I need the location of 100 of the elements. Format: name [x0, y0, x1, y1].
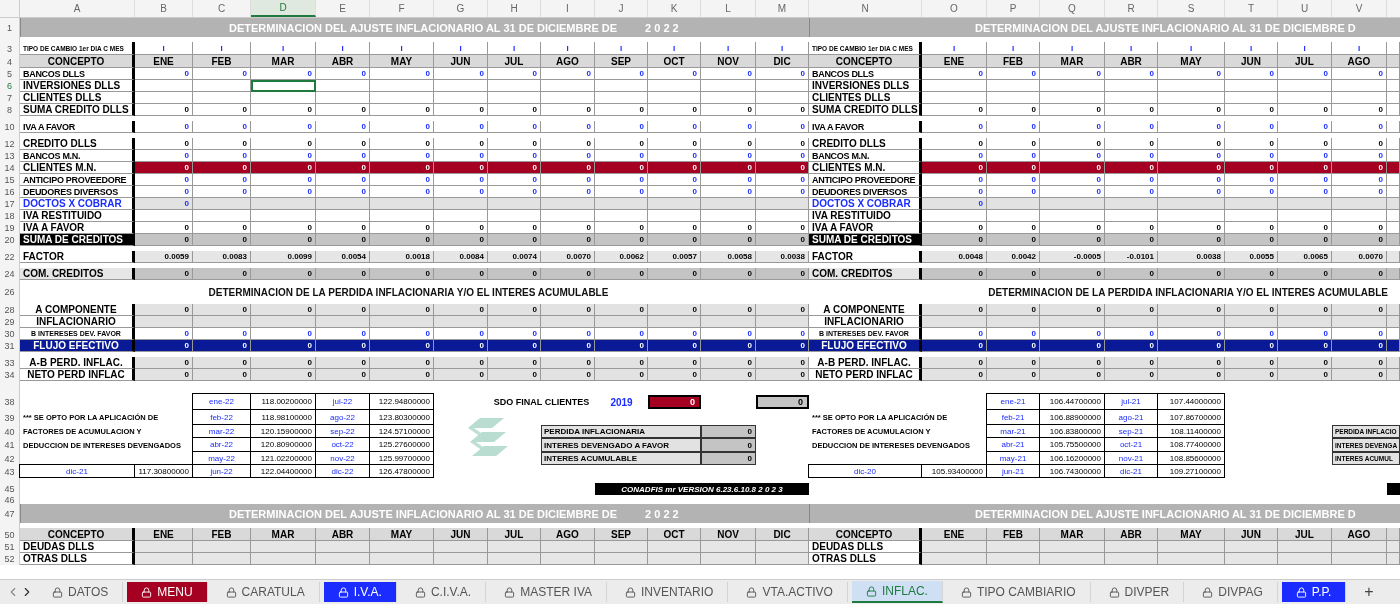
table-cell: 0: [488, 104, 541, 116]
table-cell: [987, 553, 1040, 565]
column-letter[interactable]: Q: [1040, 0, 1105, 17]
table-cell: 0: [251, 328, 316, 340]
table-cell: [488, 198, 541, 210]
column-letter[interactable]: E: [316, 0, 370, 17]
table-cell: 0: [434, 138, 488, 150]
sheet-tab[interactable]: DATOS: [38, 582, 124, 602]
table-cell: [193, 92, 251, 104]
table-cell: [1387, 222, 1400, 234]
column-header: ABR: [1105, 528, 1158, 541]
row-number: 20: [0, 234, 20, 246]
row-label: DEUDORES DIVERSOS: [20, 186, 135, 198]
table-cell: [701, 210, 756, 222]
sheet-tab[interactable]: TIPO CAMBIARIO: [946, 582, 1091, 602]
table-cell: [316, 541, 370, 553]
table-cell: 0: [648, 174, 701, 186]
table-cell: 0: [1158, 357, 1225, 369]
table-cell: [135, 92, 193, 104]
column-letter[interactable]: J: [595, 0, 648, 17]
table-cell: 0: [488, 357, 541, 369]
sheet-tab[interactable]: MENU: [127, 582, 208, 602]
table-cell: [370, 541, 434, 553]
column-letter[interactable]: F: [370, 0, 434, 17]
table-cell: [1225, 80, 1278, 92]
column-letter[interactable]: T: [1225, 0, 1278, 17]
add-sheet-button[interactable]: +: [1350, 583, 1388, 601]
sheet-tab[interactable]: C.I.V.A.: [400, 582, 487, 602]
sheet-tab[interactable]: I.V.A.: [323, 582, 397, 602]
table-cell: 0: [1278, 68, 1332, 80]
sheet-tab[interactable]: DIVPER: [1094, 582, 1185, 602]
column-letter[interactable]: P: [987, 0, 1040, 17]
sheet-tab[interactable]: MASTER IVA: [490, 582, 607, 602]
column-letter[interactable]: D: [251, 0, 316, 17]
lock-icon: [865, 585, 877, 597]
table-cell: [1040, 210, 1105, 222]
table-cell: -0.0101: [1105, 251, 1158, 263]
row-number: 43: [0, 465, 20, 478]
table-cell: [193, 541, 251, 553]
table-cell: 0: [701, 121, 756, 133]
table-cell: 0: [648, 268, 701, 280]
table-cell: [922, 316, 987, 328]
column-letter[interactable]: O: [922, 0, 987, 17]
rate-marker: I: [1278, 42, 1332, 55]
table-cell: 0: [541, 369, 595, 381]
table-cell: 122.94800000: [369, 393, 434, 410]
column-letter[interactable]: L: [701, 0, 756, 17]
table-cell: [1278, 541, 1332, 553]
column-letter[interactable]: R: [1105, 0, 1158, 17]
table-cell: 0: [193, 304, 251, 316]
row-label: IVA A FAVOR: [809, 222, 922, 234]
column-letter[interactable]: V: [1332, 0, 1387, 17]
row-label: BANCOS DLLS: [809, 68, 922, 80]
sheet-tab[interactable]: VTA.ACTIVO: [732, 582, 848, 602]
table-cell: 0: [1225, 328, 1278, 340]
column-letter[interactable]: K: [648, 0, 701, 17]
column-letter[interactable]: H: [488, 0, 541, 17]
table-cell: 0: [316, 186, 370, 198]
sheet-tab[interactable]: P.P.: [1281, 582, 1347, 602]
table-cell: 0.0099: [251, 251, 316, 263]
table-cell: 0: [1158, 304, 1225, 316]
table-cell: [541, 553, 595, 565]
column-letter[interactable]: U: [1278, 0, 1332, 17]
column-header: SEP: [595, 528, 648, 541]
table-cell: 0: [1225, 104, 1278, 116]
sheet-tab[interactable]: INVENTARIO: [611, 582, 729, 602]
table-cell: 0: [434, 222, 488, 234]
balance-label: SDO FINAL CLIENTES: [492, 396, 591, 409]
table-cell: 0: [488, 234, 541, 246]
sheet-tab[interactable]: CARATULA: [211, 582, 320, 602]
table-cell: -0.0005: [1040, 251, 1105, 263]
column-letter[interactable]: G: [434, 0, 488, 17]
table-cell: 0: [541, 104, 595, 116]
column-letter[interactable]: I: [541, 0, 595, 17]
row-number: 14: [0, 162, 20, 174]
table-cell: dic-20: [808, 464, 922, 478]
table-cell: 0: [541, 174, 595, 186]
table-cell: [987, 80, 1040, 92]
column-letter[interactable]: N: [809, 0, 922, 17]
row-label: IVA RESTITUIDO: [809, 210, 922, 222]
sheet-tab[interactable]: DIVPAG: [1188, 582, 1278, 602]
column-letter[interactable]: A: [20, 0, 135, 17]
table-cell: 0: [1332, 150, 1387, 162]
table-cell: 0: [1105, 328, 1158, 340]
column-letter[interactable]: B: [135, 0, 193, 17]
column-letter[interactable]: S: [1158, 0, 1225, 17]
row-label: CREDITO DLLS: [20, 138, 135, 150]
table-cell: [1387, 369, 1400, 381]
table-cell: 0: [595, 68, 648, 80]
table-cell: [1278, 92, 1332, 104]
table-cell: 0: [1278, 340, 1332, 352]
table-cell: 0: [541, 340, 595, 352]
row-number: 33: [0, 357, 20, 369]
table-cell: 0: [370, 357, 434, 369]
column-header: JUN: [1225, 528, 1278, 541]
column-letter[interactable]: M: [756, 0, 809, 17]
table-cell: 0.0065: [1278, 251, 1332, 263]
table-cell: 0: [756, 162, 809, 174]
sheet-tab[interactable]: INFLAC.: [851, 581, 943, 603]
selected-cell[interactable]: [251, 80, 316, 92]
